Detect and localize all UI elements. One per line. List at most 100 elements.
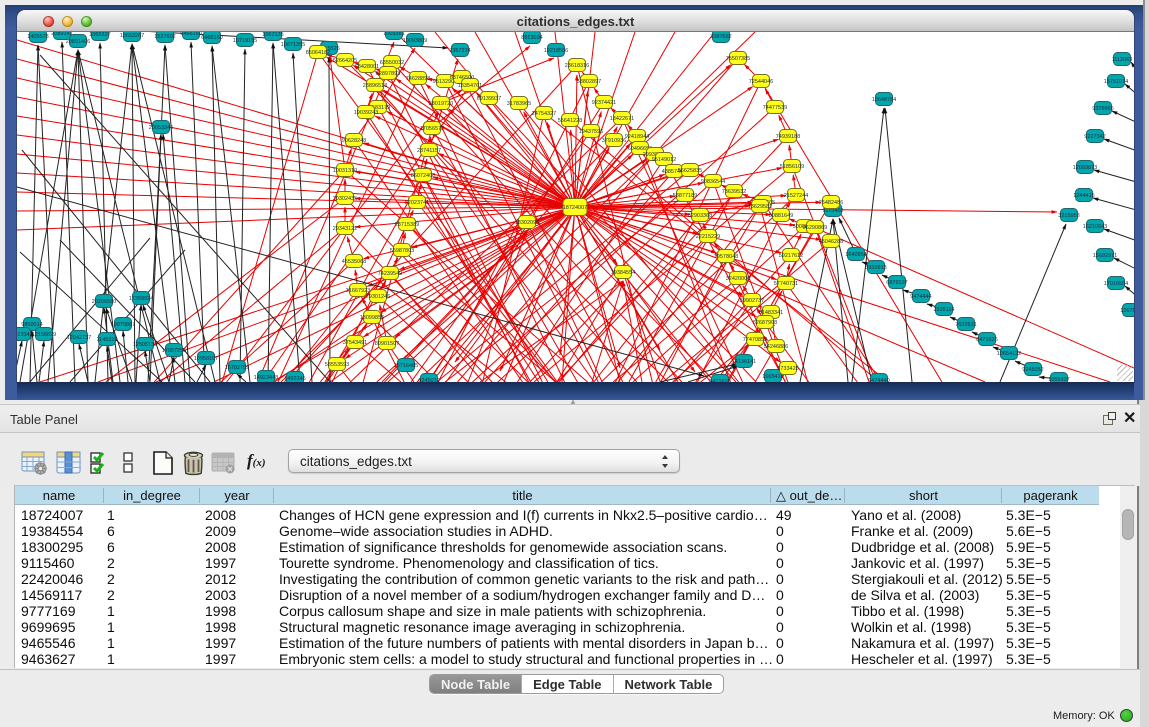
svg-text:13629581: 13629581 xyxy=(748,204,772,210)
svg-text:82903368: 82903368 xyxy=(688,213,712,219)
svg-text:59217612: 59217612 xyxy=(779,253,803,259)
svg-text:21527244: 21527244 xyxy=(784,193,808,199)
svg-text:37910936: 37910936 xyxy=(602,138,626,144)
svg-text:6466160: 6466160 xyxy=(180,32,201,37)
svg-text:23618316: 23618316 xyxy=(565,63,589,69)
svg-text:1733426: 1733426 xyxy=(777,366,798,372)
svg-text:18724007: 18724007 xyxy=(563,205,587,211)
svg-text:12505135: 12505135 xyxy=(133,342,157,348)
svg-text:55987803: 55987803 xyxy=(390,248,414,254)
svg-text:10093809: 10093809 xyxy=(403,38,427,44)
svg-text:82687908: 82687908 xyxy=(753,320,777,326)
svg-text:51856109: 51856109 xyxy=(780,164,804,170)
svg-text:10671355: 10671355 xyxy=(281,42,305,48)
svg-text:16210643: 16210643 xyxy=(1083,224,1107,230)
svg-text:8813094: 8813094 xyxy=(521,35,542,41)
svg-text:37543491: 37543491 xyxy=(343,340,367,346)
svg-text:23715389: 23715389 xyxy=(395,222,419,228)
svg-text:9474444: 9474444 xyxy=(910,294,931,300)
svg-text:19437596: 19437596 xyxy=(579,129,603,135)
svg-text:72544046: 72544046 xyxy=(749,79,773,85)
svg-text:1112063: 1112063 xyxy=(1112,57,1133,63)
svg-text:9474440: 9474440 xyxy=(868,378,889,382)
svg-text:80901507: 80901507 xyxy=(375,341,399,347)
svg-text:12942737: 12942737 xyxy=(67,335,91,341)
svg-text:22215229: 22215229 xyxy=(696,234,720,240)
svg-text:12156829: 12156829 xyxy=(32,332,56,338)
svg-text:85064182: 85064182 xyxy=(306,50,330,56)
svg-text:74939188: 74939188 xyxy=(776,134,800,140)
svg-text:74628898: 74628898 xyxy=(406,76,430,82)
svg-text:62897893: 62897893 xyxy=(376,71,400,77)
svg-text:3913342: 3913342 xyxy=(17,332,33,338)
svg-text:82023741: 82023741 xyxy=(405,200,429,206)
svg-text:9227342: 9227342 xyxy=(1084,134,1105,140)
svg-text:6466160: 6466160 xyxy=(201,35,222,41)
svg-text:3215958: 3215958 xyxy=(1058,213,1079,219)
svg-text:86072408: 86072408 xyxy=(411,173,435,179)
svg-text:2089141: 2089141 xyxy=(51,32,72,37)
svg-text:58802897: 58802897 xyxy=(577,79,601,85)
svg-text:95149012: 95149012 xyxy=(652,157,676,163)
svg-text:25482486: 25482486 xyxy=(819,200,843,206)
svg-text:1640954: 1640954 xyxy=(845,252,866,258)
svg-text:92374421: 92374421 xyxy=(592,100,616,106)
svg-text:2087682: 2087682 xyxy=(710,34,731,40)
svg-text:20206580: 20206580 xyxy=(92,299,116,305)
svg-text:19384554: 19384554 xyxy=(611,270,635,276)
svg-text:1067135: 1067135 xyxy=(262,32,283,38)
svg-text:69139937: 69139937 xyxy=(477,96,501,102)
svg-text:17359924: 17359924 xyxy=(129,296,153,302)
svg-text:1244415: 1244415 xyxy=(1073,193,1094,199)
svg-text:19039243: 19039243 xyxy=(354,110,378,116)
svg-text:1267535: 1267535 xyxy=(1120,308,1134,314)
svg-text:19975887: 19975887 xyxy=(111,322,135,328)
svg-text:74477539: 74477539 xyxy=(763,105,787,111)
svg-text:14923448: 14923448 xyxy=(254,375,278,381)
svg-text:63550032: 63550032 xyxy=(380,60,404,66)
svg-text:77470852: 77470852 xyxy=(743,337,767,343)
svg-text:18354761: 18354761 xyxy=(458,83,482,89)
svg-text:8471620: 8471620 xyxy=(709,379,730,382)
svg-text:9245052: 9245052 xyxy=(1022,367,1043,373)
svg-text:18302095: 18302095 xyxy=(515,220,539,226)
svg-text:17016504: 17016504 xyxy=(1104,281,1128,287)
svg-text:7632621: 7632621 xyxy=(955,322,976,328)
svg-text:7357224: 7357224 xyxy=(449,48,470,54)
svg-text:24754327: 24754327 xyxy=(532,111,556,117)
svg-text:17957255: 17957255 xyxy=(162,348,186,354)
svg-text:90628248: 90628248 xyxy=(342,138,366,144)
svg-text:55641228: 55641228 xyxy=(558,118,582,124)
svg-text:96290869: 96290869 xyxy=(803,225,827,231)
svg-text:9329966: 9329966 xyxy=(1092,106,1113,112)
svg-text:1065410: 1065410 xyxy=(762,374,783,380)
svg-text:92418944: 92418944 xyxy=(625,134,649,140)
svg-text:79301246: 79301246 xyxy=(366,294,390,300)
svg-text:5938913: 5938913 xyxy=(865,265,886,271)
svg-text:80881649: 80881649 xyxy=(769,213,793,219)
svg-text:90836544: 90836544 xyxy=(701,179,725,185)
svg-text:10654122: 10654122 xyxy=(997,351,1021,357)
svg-text:1405573: 1405573 xyxy=(27,34,48,40)
svg-text:58877189: 58877189 xyxy=(673,193,697,199)
svg-text:2935114: 2935114 xyxy=(933,307,954,313)
svg-text:8471626: 8471626 xyxy=(976,337,997,343)
svg-text:17056578: 17056578 xyxy=(420,126,444,132)
svg-text:10653267: 10653267 xyxy=(120,33,144,39)
svg-text:20053346: 20053346 xyxy=(149,125,173,131)
svg-text:15692971: 15692971 xyxy=(1093,253,1117,259)
svg-text:32420002: 32420002 xyxy=(726,276,750,282)
svg-text:73639532: 73639532 xyxy=(722,189,746,195)
svg-text:74239549: 74239549 xyxy=(378,271,402,277)
svg-text:45535068: 45535068 xyxy=(342,259,366,265)
svg-text:23896513: 23896513 xyxy=(363,83,387,89)
svg-text:45046288: 45046288 xyxy=(819,239,843,245)
svg-text:62664205: 62664205 xyxy=(333,58,357,64)
svg-text:56625835: 56625835 xyxy=(678,168,702,174)
svg-text:39902737: 39902737 xyxy=(740,298,764,304)
svg-text:1009381: 1009381 xyxy=(383,32,404,37)
svg-text:16782759: 16782759 xyxy=(225,365,249,371)
svg-text:1059337: 1059337 xyxy=(1048,377,1069,382)
svg-text:1145319: 1145319 xyxy=(96,337,117,343)
svg-text:23741157: 23741157 xyxy=(417,148,441,154)
